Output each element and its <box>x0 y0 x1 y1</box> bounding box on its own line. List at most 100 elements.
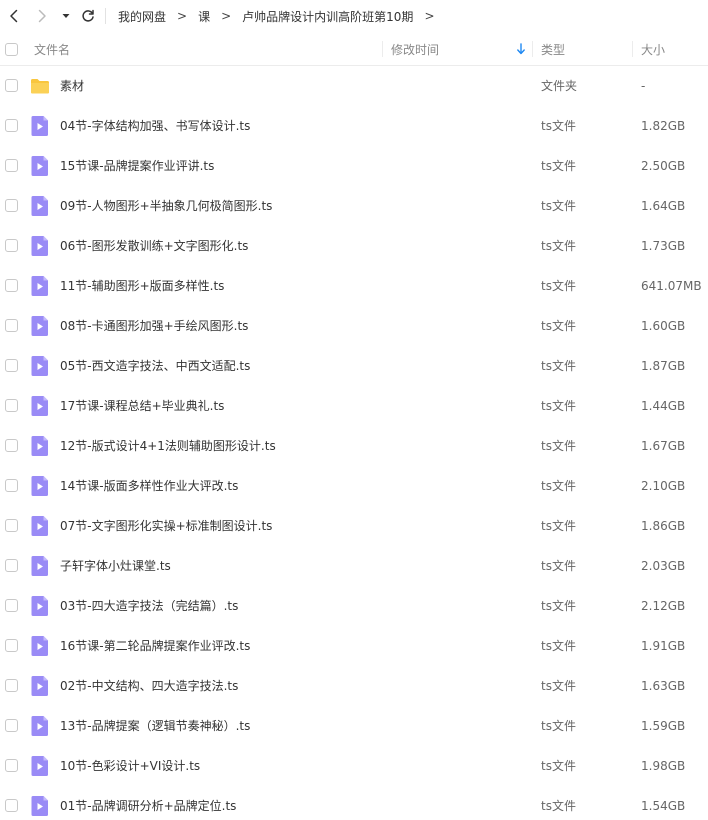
row-checkbox[interactable] <box>5 319 18 332</box>
forward-button[interactable] <box>32 6 52 26</box>
file-row[interactable]: 10节-色彩设计+VI设计.ts ts文件 1.98GB <box>0 746 708 786</box>
column-header-type[interactable]: 类型 <box>541 32 565 66</box>
file-size: 1.60GB <box>641 319 686 333</box>
column-divider <box>632 41 633 57</box>
row-checkbox[interactable] <box>5 359 18 372</box>
file-type: ts文件 <box>541 279 576 293</box>
back-button[interactable] <box>4 6 24 26</box>
file-name[interactable]: 07节-文字图形化实操+标准制图设计.ts <box>60 506 272 546</box>
file-row[interactable]: 11节-辅助图形+版面多样性.ts ts文件 641.07MB <box>0 266 708 306</box>
file-name[interactable]: 02节-中文结构、四大造字技法.ts <box>60 666 238 706</box>
file-row[interactable]: 04节-字体结构加强、书写体设计.ts ts文件 1.82GB <box>0 106 708 146</box>
breadcrumb-item-current[interactable]: 卢帅品牌设计内训高阶班第10期 <box>242 8 413 25</box>
file-type: ts文件 <box>541 119 576 133</box>
sort-descending-icon[interactable] <box>516 43 526 55</box>
column-header-size[interactable]: 大小 <box>641 32 665 66</box>
video-file-icon <box>30 675 50 697</box>
file-row[interactable]: 子轩字体小灶课堂.ts ts文件 2.03GB <box>0 546 708 586</box>
file-name[interactable]: 12节-版式设计4+1法则辅助图形设计.ts <box>60 426 276 466</box>
row-checkbox[interactable] <box>5 559 18 572</box>
file-type: ts文件 <box>541 319 576 333</box>
file-name[interactable]: 05节-西文造字技法、中西文适配.ts <box>60 346 250 386</box>
row-checkbox[interactable] <box>5 239 18 252</box>
file-type: ts文件 <box>541 439 576 453</box>
file-type: ts文件 <box>541 519 576 533</box>
column-divider <box>382 41 383 57</box>
file-row[interactable]: 06节-图形发散训练+文字图形化.ts ts文件 1.73GB <box>0 226 708 266</box>
file-row[interactable]: 08节-卡通图形加强+手绘风图形.ts ts文件 1.60GB <box>0 306 708 346</box>
file-name[interactable]: 10节-色彩设计+VI设计.ts <box>60 746 200 786</box>
row-checkbox[interactable] <box>5 759 18 772</box>
row-checkbox[interactable] <box>5 199 18 212</box>
file-row[interactable]: 03节-四大造字技法（完结篇）.ts ts文件 2.12GB <box>0 586 708 626</box>
file-row[interactable]: 02节-中文结构、四大造字技法.ts ts文件 1.63GB <box>0 666 708 706</box>
dropdown-icon <box>62 14 70 18</box>
refresh-button[interactable] <box>78 6 98 26</box>
column-header-name[interactable]: 文件名 <box>34 32 70 66</box>
video-file-icon <box>30 515 50 537</box>
file-type: ts文件 <box>541 479 576 493</box>
refresh-icon <box>82 9 94 22</box>
row-checkbox[interactable] <box>5 719 18 732</box>
file-row[interactable]: 16节课-第二轮品牌提案作业评改.ts ts文件 1.91GB <box>0 626 708 666</box>
video-file-icon <box>30 235 50 257</box>
file-name[interactable]: 13节-品牌提案（逻辑节奏神秘）.ts <box>60 706 250 746</box>
file-size: 1.82GB <box>641 119 686 133</box>
video-file-icon <box>30 435 50 457</box>
file-size: 1.86GB <box>641 519 686 533</box>
row-checkbox[interactable] <box>5 119 18 132</box>
file-row[interactable]: 14节课-版面多样性作业大评改.ts ts文件 2.10GB <box>0 466 708 506</box>
file-row[interactable]: 05节-西文造字技法、中西文适配.ts ts文件 1.87GB <box>0 346 708 386</box>
row-checkbox[interactable] <box>5 439 18 452</box>
row-checkbox[interactable] <box>5 519 18 532</box>
file-row[interactable]: 素材 文件夹 - <box>0 66 708 106</box>
row-checkbox[interactable] <box>5 799 18 812</box>
file-name[interactable]: 子轩字体小灶课堂.ts <box>60 546 171 586</box>
file-name[interactable]: 06节-图形发散训练+文字图形化.ts <box>60 226 248 266</box>
video-file-icon <box>30 355 50 377</box>
file-row[interactable]: 09节-人物图形+半抽象几何极简图形.ts ts文件 1.64GB <box>0 186 708 226</box>
row-checkbox[interactable] <box>5 479 18 492</box>
forward-icon <box>38 9 46 23</box>
file-name[interactable]: 16节课-第二轮品牌提案作业评改.ts <box>60 626 250 666</box>
file-name[interactable]: 14节课-版面多样性作业大评改.ts <box>60 466 238 506</box>
row-checkbox[interactable] <box>5 159 18 172</box>
file-name[interactable]: 11节-辅助图形+版面多样性.ts <box>60 266 224 306</box>
video-file-icon <box>30 475 50 497</box>
file-row[interactable]: 15节课-品牌提案作业评讲.ts ts文件 2.50GB <box>0 146 708 186</box>
file-row[interactable]: 12节-版式设计4+1法则辅助图形设计.ts ts文件 1.67GB <box>0 426 708 466</box>
file-type: ts文件 <box>541 159 576 173</box>
file-type: ts文件 <box>541 799 576 813</box>
toolbar-divider <box>105 8 106 24</box>
row-checkbox[interactable] <box>5 79 18 92</box>
file-name[interactable]: 素材 <box>60 66 84 106</box>
file-size: 1.54GB <box>641 799 686 813</box>
file-name[interactable]: 03节-四大造字技法（完结篇）.ts <box>60 586 238 626</box>
row-checkbox[interactable] <box>5 399 18 412</box>
video-file-icon <box>30 115 50 137</box>
row-checkbox[interactable] <box>5 679 18 692</box>
file-name[interactable]: 08节-卡通图形加强+手绘风图形.ts <box>60 306 248 346</box>
history-dropdown-button[interactable] <box>58 6 74 26</box>
breadcrumb: 我的网盘 > 课 > 卢帅品牌设计内训高阶班第10期 > <box>118 0 446 32</box>
file-row[interactable]: 01节-品牌调研分析+品牌定位.ts ts文件 1.54GB <box>0 786 708 820</box>
file-name[interactable]: 09节-人物图形+半抽象几何极简图形.ts <box>60 186 272 226</box>
breadcrumb-separator: > <box>177 9 188 23</box>
file-row[interactable]: 07节-文字图形化实操+标准制图设计.ts ts文件 1.86GB <box>0 506 708 546</box>
file-name[interactable]: 01节-品牌调研分析+品牌定位.ts <box>60 786 236 820</box>
file-size: - <box>641 79 646 93</box>
row-checkbox[interactable] <box>5 279 18 292</box>
row-checkbox[interactable] <box>5 599 18 612</box>
file-name[interactable]: 15节课-品牌提案作业评讲.ts <box>60 146 214 186</box>
file-name[interactable]: 17节课-课程总结+毕业典礼.ts <box>60 386 224 426</box>
select-all-checkbox[interactable] <box>5 43 18 56</box>
file-row[interactable]: 13节-品牌提案（逻辑节奏神秘）.ts ts文件 1.59GB <box>0 706 708 746</box>
breadcrumb-item-root[interactable]: 我的网盘 <box>118 8 166 25</box>
breadcrumb-item-course[interactable]: 课 <box>198 8 210 25</box>
file-type: ts文件 <box>541 199 576 213</box>
column-divider <box>532 41 533 57</box>
file-name[interactable]: 04节-字体结构加强、书写体设计.ts <box>60 106 250 146</box>
row-checkbox[interactable] <box>5 639 18 652</box>
file-row[interactable]: 17节课-课程总结+毕业典礼.ts ts文件 1.44GB <box>0 386 708 426</box>
column-header-modified-time[interactable]: 修改时间 <box>391 32 439 66</box>
